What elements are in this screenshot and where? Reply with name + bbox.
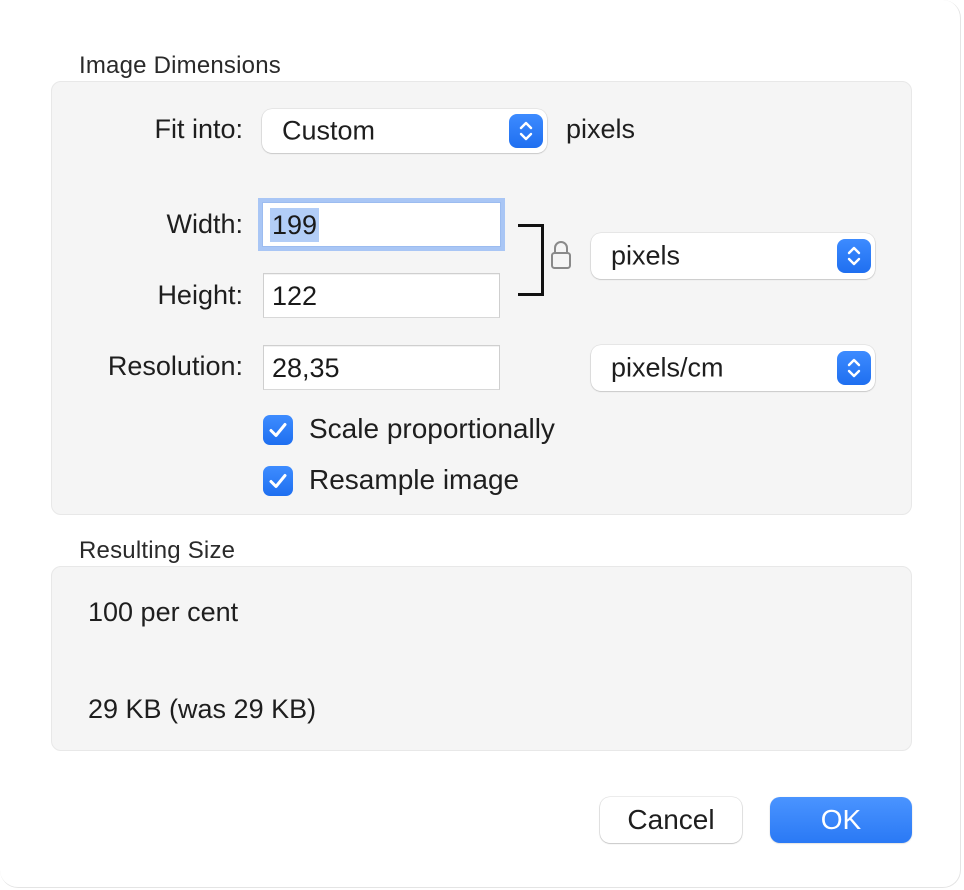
fit-into-popup[interactable]: Custom (262, 109, 547, 153)
resolution-unit-value: pixels/cm (611, 352, 724, 383)
size-unit-popup[interactable]: pixels (591, 233, 875, 279)
cancel-button[interactable]: Cancel (600, 797, 742, 843)
resulting-size-title: Resulting Size (79, 537, 236, 564)
resolution-label: Resolution: (107, 351, 243, 381)
height-value: 122 (272, 280, 318, 311)
width-label: Width: (166, 209, 243, 239)
image-size-dialog: Image Dimensions Fit into: Custom pixels… (0, 0, 961, 888)
scale-proportionally-checkbox[interactable] (263, 415, 293, 445)
fit-into-value: Custom (282, 115, 376, 146)
lock-icon[interactable] (550, 240, 572, 275)
resolution-unit-popup[interactable]: pixels/cm (591, 345, 875, 391)
width-field[interactable]: 199 (262, 202, 501, 247)
resulting-percent: 100 per cent (88, 597, 239, 627)
height-label: Height: (157, 280, 243, 310)
image-dimensions-title: Image Dimensions (79, 52, 281, 79)
resample-image-label[interactable]: Resample image (309, 464, 519, 496)
checkmark-icon (269, 423, 287, 437)
resolution-value: 28,35 (272, 352, 340, 383)
checkmark-icon (269, 474, 287, 488)
fit-into-unit-label: pixels (566, 114, 636, 144)
resolution-field[interactable]: 28,35 (263, 345, 500, 390)
width-value: 199 (270, 207, 320, 242)
chevron-up-down-icon (837, 239, 871, 273)
scale-proportionally-label[interactable]: Scale proportionally (309, 413, 555, 445)
size-unit-value: pixels (611, 240, 681, 271)
height-field[interactable]: 122 (263, 273, 500, 318)
fit-into-label: Fit into: (154, 114, 243, 144)
resample-image-checkbox[interactable] (263, 466, 293, 496)
resulting-file-size: 29 KB (was 29 KB) (88, 694, 317, 724)
ok-button[interactable]: OK (770, 797, 912, 843)
chevron-up-down-icon (509, 114, 543, 148)
chevron-up-down-icon (837, 351, 871, 385)
dimension-link-bracket (518, 224, 544, 296)
